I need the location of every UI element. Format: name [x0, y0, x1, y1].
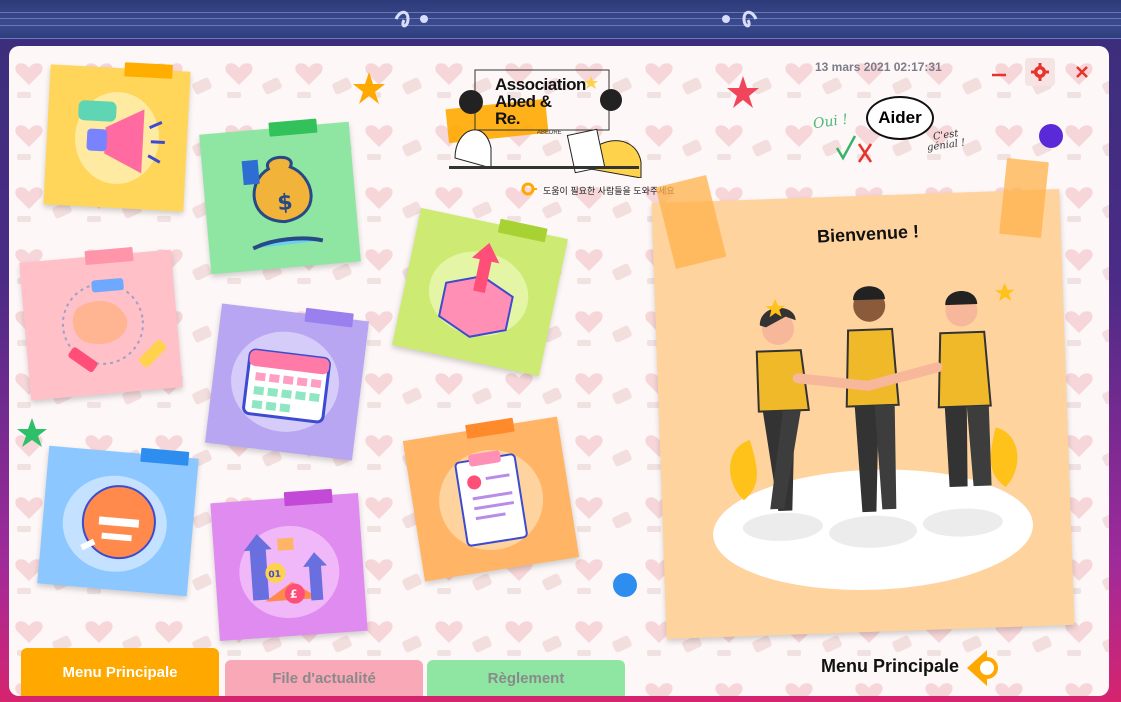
- title-bar: [0, 0, 1121, 39]
- datetime-label: 13 mars 2021 02:17:31: [815, 60, 942, 74]
- tile-finance[interactable]: 01 £: [210, 488, 368, 641]
- logo-small-label: ABEDRE: [537, 130, 562, 136]
- tile-money[interactable]: $: [199, 118, 361, 275]
- finance-growth-icon: 01 £: [239, 525, 340, 619]
- minimize-icon: [992, 73, 1006, 77]
- tile-handshake[interactable]: [19, 246, 183, 401]
- svg-text:01: 01: [268, 570, 281, 581]
- money-bag-icon: $: [241, 155, 324, 251]
- purple-dot: [1039, 124, 1063, 148]
- title-bar-lines: [0, 12, 1121, 26]
- close-icon: [1076, 66, 1088, 78]
- tile-megaphone[interactable]: [43, 62, 191, 212]
- clipboard-icon: [439, 449, 544, 551]
- minimize-button[interactable]: [984, 58, 1014, 86]
- calendar-icon: [231, 331, 339, 432]
- tab-reglement[interactable]: Règlement: [427, 660, 625, 696]
- target-icon: [521, 182, 537, 196]
- logo-title: Association Abed & Re.: [495, 75, 586, 128]
- star-green-icon: [17, 418, 47, 447]
- tile-clipboard[interactable]: [402, 416, 580, 582]
- mask-icon: [62, 475, 167, 572]
- footer-title: Menu Principale: [821, 656, 960, 676]
- svg-text:£: £: [289, 587, 298, 601]
- handshake-icon: [61, 278, 167, 373]
- welcome-tape-right: [999, 158, 1049, 238]
- tab-menu-principale[interactable]: Menu Principale: [21, 648, 219, 696]
- megaphone-icon: [74, 92, 165, 184]
- gear-icon: [1031, 63, 1049, 81]
- logo-tagline: 도움이 필요한 사람들을 도와주세요: [543, 186, 675, 196]
- svg-text:$: $: [276, 190, 293, 216]
- star-red-icon: [727, 76, 759, 108]
- ornament-right-icon: [722, 10, 758, 28]
- close-button[interactable]: [1067, 58, 1097, 86]
- ornament-left-icon: [394, 10, 428, 28]
- tab-file-actualite[interactable]: File d'actualité: [225, 660, 423, 696]
- tile-mask[interactable]: [37, 445, 199, 597]
- yes-no-marks: [835, 135, 873, 163]
- main-window: $ 01 £ Association Abed & Re. ABEDRE 도움이…: [9, 46, 1109, 696]
- settings-button[interactable]: [1025, 58, 1055, 86]
- back-arrow-icon[interactable]: [963, 648, 1003, 688]
- aider-button[interactable]: Aider: [866, 96, 934, 140]
- blue-dot: [613, 573, 637, 597]
- star-yellow-icon: [353, 72, 385, 104]
- tile-calendar[interactable]: [205, 303, 369, 461]
- association-logo: Association Abed & Re. ABEDRE: [435, 68, 655, 178]
